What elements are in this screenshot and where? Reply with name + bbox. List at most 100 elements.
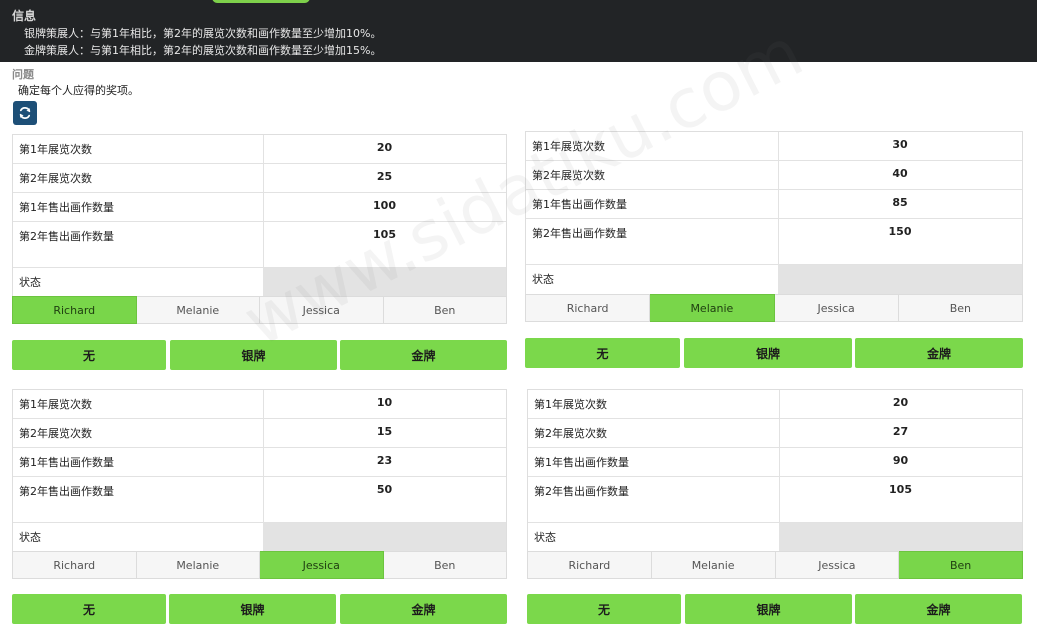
person-tab-richard[interactable]: Richard [527, 551, 652, 579]
row-label: 第2年展览次数 [532, 169, 605, 182]
row-label: 第2年展览次数 [19, 172, 92, 185]
person-tabs: Richard Melanie Jessica Ben [527, 551, 1023, 579]
award-silver-button[interactable]: 银牌 [685, 594, 852, 624]
row-value: 27 [892, 425, 909, 438]
header-accent-bar [212, 0, 310, 3]
row-value: 30 [892, 138, 908, 151]
status-value-box [778, 265, 1022, 295]
row-value: 20 [892, 396, 909, 409]
person-tab-ben[interactable]: Ben [383, 551, 507, 579]
table-row: 第2年展览次数 27 [528, 419, 1022, 448]
row-value: 40 [892, 167, 908, 180]
award-none-button[interactable]: 无 [12, 594, 166, 624]
row-value: 150 [888, 225, 912, 238]
table-row: 第1年展览次数 10 [13, 390, 506, 419]
row-label: 第1年展览次数 [534, 398, 607, 411]
reset-button[interactable] [13, 101, 37, 125]
info-line-silver: 银牌策展人：与第1年相比，第2年的展览次数和画作数量至少增加10%。 [24, 27, 382, 40]
info-title: 信息 [12, 9, 37, 23]
case-panel-1: 第1年展览次数 20 第2年展览次数 25 第1年售出画作数量 100 第2年售出画作数量 1… [12, 134, 507, 370]
table-row: 第2年售出画作数量 105 [13, 222, 506, 268]
award-gold-button[interactable]: 金牌 [855, 594, 1022, 624]
person-tab-jessica[interactable]: Jessica [260, 551, 384, 579]
person-tab-ben[interactable]: Ben [899, 551, 1023, 579]
case-panel-2: 第1年展览次数 30 第2年展览次数 40 第1年售出画作数量 85 第2年售出画作数量 15… [525, 131, 1023, 368]
row-value: 85 [892, 196, 908, 209]
status-label: 状态 [19, 276, 41, 289]
row-label: 第2年售出画作数量 [532, 227, 627, 240]
person-tab-richard[interactable]: Richard [12, 296, 137, 324]
table-row: 第1年售出画作数量 23 [13, 448, 506, 477]
row-label: 第2年展览次数 [534, 427, 607, 440]
row-value: 105 [373, 228, 396, 241]
row-label: 第1年售出画作数量 [534, 456, 629, 469]
row-label: 第2年售出画作数量 [19, 230, 114, 243]
info-line-gold: 金牌策展人：与第1年相比，第2年的展览次数和画作数量至少增加15%。 [24, 44, 382, 57]
person-tab-jessica[interactable]: Jessica [260, 296, 384, 324]
person-tabs: Richard Melanie Jessica Ben [12, 296, 507, 324]
person-tab-melanie[interactable]: Melanie [136, 551, 260, 579]
award-none-button[interactable]: 无 [12, 340, 166, 370]
award-none-button[interactable]: 无 [527, 594, 681, 624]
award-gold-button[interactable]: 金牌 [855, 338, 1023, 368]
status-label: 状态 [19, 531, 41, 544]
table-row: 第1年展览次数 20 [13, 135, 506, 164]
row-value: 90 [892, 454, 909, 467]
row-label: 第1年展览次数 [19, 398, 92, 411]
award-gold-button[interactable]: 金牌 [340, 340, 507, 370]
person-tab-jessica[interactable]: Jessica [774, 294, 899, 322]
status-label: 状态 [534, 531, 556, 544]
row-value: 15 [376, 425, 393, 438]
row-label: 第2年售出画作数量 [534, 485, 629, 498]
table-row: 第2年售出画作数量 50 [13, 477, 506, 523]
award-none-button[interactable]: 无 [525, 338, 680, 368]
row-value: 105 [889, 483, 912, 496]
table-row: 第1年售出画作数量 90 [528, 448, 1022, 477]
table-row: 第1年售出画作数量 85 [526, 190, 1022, 219]
status-value-box [779, 523, 1022, 552]
person-tab-melanie[interactable]: Melanie [136, 296, 260, 324]
status-label: 状态 [532, 273, 554, 286]
person-tab-ben[interactable]: Ben [898, 294, 1023, 322]
award-silver-button[interactable]: 银牌 [684, 338, 852, 368]
table-row: 第1年售出画作数量 100 [13, 193, 506, 222]
info-header: 信息 银牌策展人：与第1年相比，第2年的展览次数和画作数量至少增加10%。 金牌… [0, 0, 1037, 62]
row-value: 10 [376, 396, 393, 409]
question-title: 问题 [12, 68, 34, 81]
refresh-icon [19, 107, 31, 119]
question-text: 确定每个人应得的奖项。 [18, 84, 139, 97]
person-tabs: Richard Melanie Jessica Ben [12, 551, 507, 579]
table-row: 第2年售出画作数量 105 [528, 477, 1022, 523]
person-tab-melanie[interactable]: Melanie [650, 294, 775, 322]
row-label: 第1年售出画作数量 [19, 456, 114, 469]
person-tab-jessica[interactable]: Jessica [775, 551, 900, 579]
table-row: 第2年售出画作数量 150 [526, 219, 1022, 265]
person-tab-ben[interactable]: Ben [383, 296, 507, 324]
case-panel-3: 第1年展览次数 10 第2年展览次数 15 第1年售出画作数量 23 第2年售出画作数量 50… [12, 389, 507, 624]
status-value-box [263, 523, 506, 552]
row-label: 第1年展览次数 [19, 143, 92, 156]
row-value: 50 [376, 483, 393, 496]
row-label: 第2年展览次数 [19, 427, 92, 440]
status-value-box [263, 268, 506, 297]
row-value: 25 [376, 170, 393, 183]
row-label: 第1年售出画作数量 [19, 201, 114, 214]
award-silver-button[interactable]: 银牌 [169, 594, 336, 624]
row-value: 100 [373, 199, 396, 212]
person-tabs: Richard Melanie Jessica Ben [525, 294, 1023, 322]
person-tab-melanie[interactable]: Melanie [651, 551, 776, 579]
table-row: 第2年展览次数 40 [526, 161, 1022, 190]
award-silver-button[interactable]: 银牌 [170, 340, 337, 370]
case-panel-4: 第1年展览次数 20 第2年展览次数 27 第1年售出画作数量 90 第2年售出画作数量 10… [527, 389, 1023, 624]
row-value: 23 [376, 454, 393, 467]
table-row: 第1年展览次数 20 [528, 390, 1022, 419]
row-label: 第2年售出画作数量 [19, 485, 114, 498]
table-row: 第2年展览次数 15 [13, 419, 506, 448]
table-row: 第2年展览次数 25 [13, 164, 506, 193]
row-value: 20 [376, 141, 393, 154]
table-row: 第1年展览次数 30 [526, 132, 1022, 161]
row-label: 第1年售出画作数量 [532, 198, 627, 211]
person-tab-richard[interactable]: Richard [525, 294, 651, 322]
award-gold-button[interactable]: 金牌 [340, 594, 507, 624]
person-tab-richard[interactable]: Richard [12, 551, 137, 579]
